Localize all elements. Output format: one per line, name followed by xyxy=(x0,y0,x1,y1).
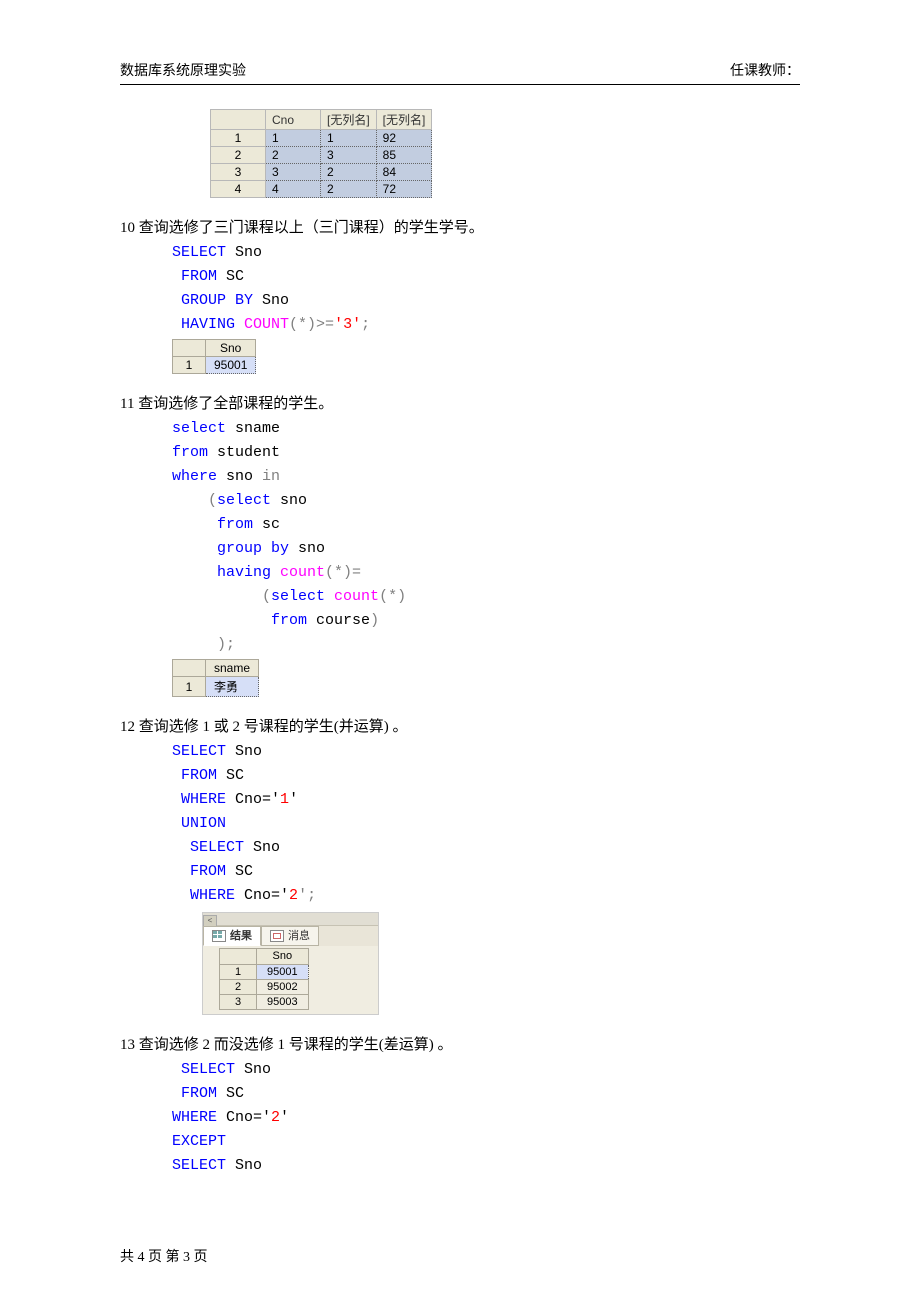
q12-code: SELECT Sno FROM SC WHERE Cno='1' UNION S… xyxy=(172,740,800,908)
table-row: 22385 xyxy=(211,147,432,164)
q10-code: SELECT Sno FROM SC GROUP BY Sno HAVING C… xyxy=(172,241,800,337)
q12-result-panel: < 结果 消息 Sno 195001 295002 395003 xyxy=(202,912,379,1015)
tab-messages[interactable]: 消息 xyxy=(261,926,319,946)
q11-code: select sname from student where sno in (… xyxy=(172,417,800,657)
col-sno: Sno xyxy=(257,949,309,964)
col-sname: sname xyxy=(206,660,259,677)
page: 数据库系统原理实验 任课教师： Cno [无列名] [无列名] 11192 22… xyxy=(0,0,920,1302)
q12-result-table: Sno 195001 295002 395003 xyxy=(219,948,309,1010)
table-row: 33284 xyxy=(211,164,432,181)
q12-title: 12 查询选修 1 或 2 号课程的学生(并运算) 。 xyxy=(120,715,800,736)
table-row: 11192 xyxy=(211,130,432,147)
q11-title: 11 查询选修了全部课程的学生。 xyxy=(120,392,800,413)
table-row: 44272 xyxy=(211,181,432,198)
q13-title: 13 查询选修 2 而没选修 1 号课程的学生(差运算) 。 xyxy=(120,1033,800,1054)
q10-title: 10 查询选修了三门课程以上（三门课程）的学生学号。 xyxy=(120,216,800,237)
page-footer: 共 4 页 第 3 页 xyxy=(120,1246,208,1266)
col-sno: Sno xyxy=(206,340,256,357)
col-noname1: [无列名] xyxy=(321,110,377,130)
tab-results[interactable]: 结果 xyxy=(203,926,261,946)
header-right: 任课教师： xyxy=(730,60,800,80)
header-left: 数据库系统原理实验 xyxy=(120,60,246,80)
col-noname2: [无列名] xyxy=(376,110,432,130)
top-result-table: Cno [无列名] [无列名] 11192 22385 33284 44272 xyxy=(210,109,432,198)
col-blank xyxy=(211,110,266,130)
q11-result: sname 1李勇 xyxy=(172,659,259,697)
message-icon xyxy=(270,930,284,942)
q13-code: SELECT Sno FROM SC WHERE Cno='2' EXCEPT … xyxy=(172,1058,800,1178)
page-header: 数据库系统原理实验 任课教师： xyxy=(120,60,800,85)
result-tabs: 结果 消息 xyxy=(203,926,378,946)
col-cno: Cno xyxy=(266,110,321,130)
q10-result: Sno 195001 xyxy=(172,339,256,374)
grid-icon xyxy=(212,930,226,942)
scrollbar[interactable]: < xyxy=(203,913,378,926)
